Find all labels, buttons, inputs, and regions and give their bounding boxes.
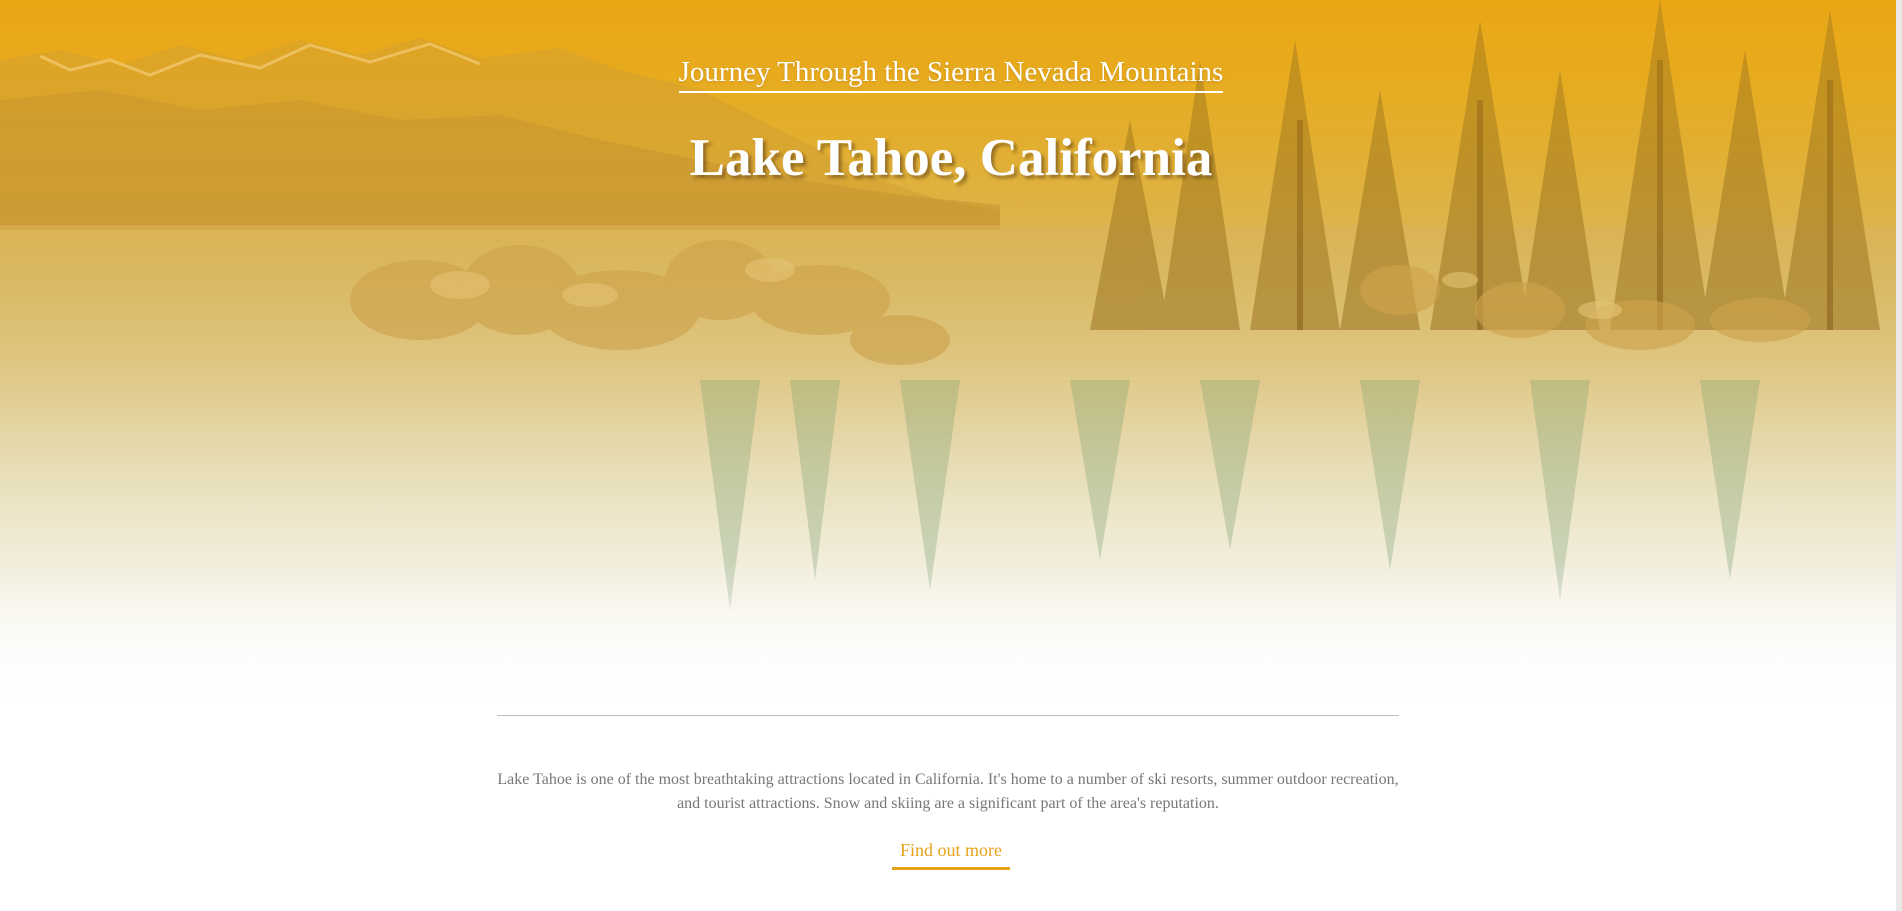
section-divider (497, 715, 1399, 716)
cta-container: Find out more (0, 838, 1902, 870)
landing-page: Journey Through the Sierra Nevada Mounta… (0, 0, 1902, 911)
find-out-more-link[interactable]: Find out more (892, 838, 1010, 870)
hero-subtitle-container: Journey Through the Sierra Nevada Mounta… (0, 56, 1902, 93)
scrollbar[interactable] (1896, 0, 1902, 911)
page-title: Lake Tahoe, California (689, 129, 1213, 187)
hero-fade (0, 560, 1902, 720)
hero-subtitle: Journey Through the Sierra Nevada Mounta… (678, 56, 1224, 93)
description-text: Lake Tahoe is one of the most breathtaki… (497, 771, 1399, 812)
hero-section: Journey Through the Sierra Nevada Mounta… (0, 0, 1902, 720)
